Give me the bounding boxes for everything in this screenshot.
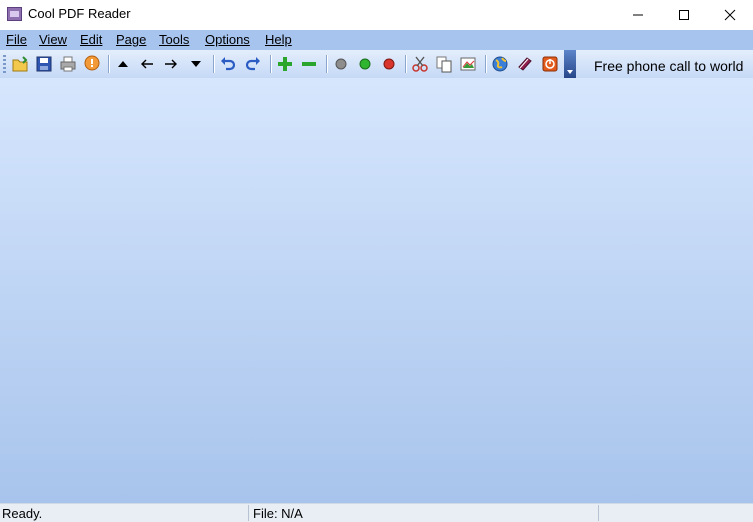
menu-view[interactable]: View bbox=[39, 32, 67, 47]
maximize-icon bbox=[679, 10, 689, 20]
green-circle-icon bbox=[359, 58, 371, 70]
redo-button[interactable] bbox=[243, 54, 263, 74]
undo-button[interactable] bbox=[218, 54, 238, 74]
book-icon bbox=[518, 57, 532, 71]
last-page-icon bbox=[191, 61, 201, 67]
document-area[interactable] bbox=[0, 78, 753, 503]
save-button[interactable] bbox=[34, 54, 54, 74]
zoom-in-icon bbox=[278, 57, 292, 71]
pdf-app-icon bbox=[7, 7, 22, 21]
toolbar-separator bbox=[405, 55, 407, 73]
close-icon bbox=[724, 9, 736, 21]
status-bar: Ready. File: N/A bbox=[0, 503, 753, 522]
zoom-in-button[interactable] bbox=[275, 54, 295, 74]
green-circle-button[interactable] bbox=[355, 54, 375, 74]
info-button[interactable] bbox=[82, 54, 102, 74]
toolbar-separator bbox=[326, 55, 328, 73]
power-icon bbox=[542, 56, 558, 72]
maximize-button[interactable] bbox=[661, 0, 707, 30]
menu-file[interactable]: File bbox=[6, 32, 27, 47]
minimize-icon bbox=[633, 14, 643, 16]
forward-button[interactable] bbox=[161, 54, 181, 74]
zoom-out-button[interactable] bbox=[299, 54, 319, 74]
image-button[interactable] bbox=[458, 54, 478, 74]
redo-icon bbox=[245, 57, 260, 71]
open-icon bbox=[12, 56, 28, 72]
cut-button[interactable] bbox=[410, 54, 430, 74]
gray-circle-icon bbox=[335, 58, 347, 70]
menu-tools[interactable]: Tools bbox=[159, 32, 189, 47]
first-page-icon bbox=[118, 61, 128, 67]
last-page-button[interactable] bbox=[186, 54, 206, 74]
first-page-button[interactable] bbox=[113, 54, 133, 74]
open-button[interactable] bbox=[10, 54, 30, 74]
forward-icon bbox=[165, 59, 177, 69]
image-icon bbox=[460, 57, 476, 71]
window-title: Cool PDF Reader bbox=[28, 6, 131, 21]
toolbar-grip[interactable] bbox=[3, 55, 6, 73]
copy-icon bbox=[436, 56, 452, 73]
toolbar-separator bbox=[213, 55, 215, 73]
status-separator bbox=[598, 505, 599, 521]
status-separator bbox=[248, 505, 249, 521]
toolbar-overflow-button[interactable] bbox=[564, 50, 576, 78]
toolbar-separator bbox=[485, 55, 487, 73]
back-button[interactable] bbox=[137, 54, 157, 74]
title-bar: Cool PDF Reader bbox=[0, 0, 753, 30]
copy-button[interactable] bbox=[434, 54, 454, 74]
toolbar-separator bbox=[270, 55, 272, 73]
toolbar-separator bbox=[108, 55, 110, 73]
menu-bar: File View Edit Page Tools Options Help bbox=[0, 30, 753, 50]
red-circle-button[interactable] bbox=[379, 54, 399, 74]
cut-icon bbox=[412, 56, 428, 72]
book-button[interactable] bbox=[515, 54, 535, 74]
menu-help[interactable]: Help bbox=[265, 32, 292, 47]
menu-page[interactable]: Page bbox=[116, 32, 146, 47]
red-circle-icon bbox=[383, 58, 395, 70]
minimize-button[interactable] bbox=[615, 0, 661, 30]
menu-edit[interactable]: Edit bbox=[80, 32, 102, 47]
close-button[interactable] bbox=[707, 0, 753, 30]
save-icon bbox=[36, 56, 52, 72]
info-icon bbox=[84, 55, 100, 71]
globe-icon bbox=[492, 56, 508, 72]
gray-circle-button[interactable] bbox=[331, 54, 351, 74]
promo-link[interactable]: Free phone call to world bbox=[594, 58, 743, 74]
status-ready: Ready. bbox=[2, 506, 43, 521]
menu-options[interactable]: Options bbox=[205, 32, 250, 47]
print-icon bbox=[60, 56, 76, 72]
globe-button[interactable] bbox=[490, 54, 510, 74]
zoom-out-icon bbox=[302, 62, 316, 66]
print-button[interactable] bbox=[58, 54, 78, 74]
power-button[interactable] bbox=[540, 54, 560, 74]
back-icon bbox=[141, 59, 153, 69]
status-file: File: N/A bbox=[253, 506, 303, 521]
undo-icon bbox=[221, 57, 236, 71]
